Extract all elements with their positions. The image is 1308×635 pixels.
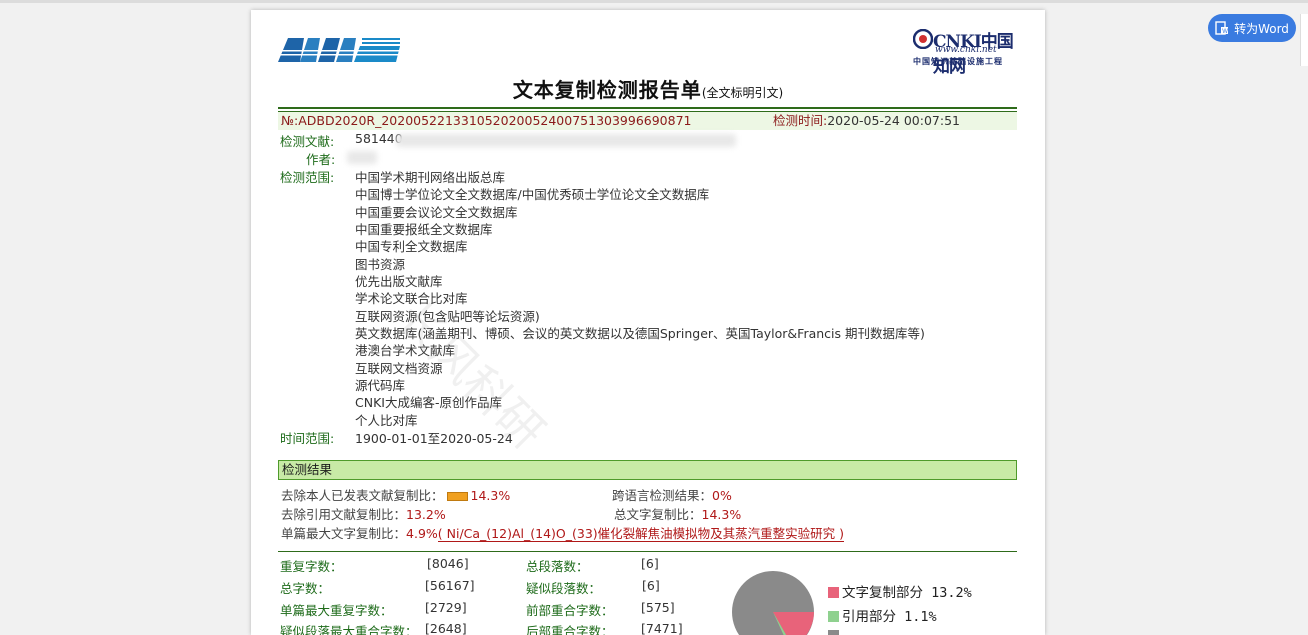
cnki-logo: CNKI中国知网 www.cnki.net 中国知识基础设施工程 bbox=[913, 27, 1019, 77]
single-max-value: 4.9% bbox=[406, 526, 438, 541]
exclude-self-value: 14.3% bbox=[470, 488, 511, 503]
scope-item: 港澳台学术文献库 bbox=[355, 343, 456, 358]
exclude-self-label: 去除本人已发表文献复制比： bbox=[281, 488, 444, 503]
single-max-label: 单篇最大文字复制比： bbox=[281, 526, 407, 541]
check-time: 检测时间:2020-05-24 00:07:51 bbox=[773, 112, 960, 130]
results-box: 去除本人已发表文献复制比： 14.3% 跨语言检测结果：0% 去除引用文献复制比：… bbox=[278, 480, 1017, 552]
sus-para-max-value: [2648] bbox=[425, 621, 467, 635]
legend-cite-swatch bbox=[828, 611, 839, 622]
side-scroll-rail[interactable] bbox=[1300, 14, 1308, 66]
cnki-subtitle: 中国知识基础设施工程 bbox=[913, 57, 1003, 66]
dup-chars-value: [8046] bbox=[427, 556, 469, 571]
total-chars-value: [56167] bbox=[425, 578, 475, 593]
legend-copy-label: 文字复制部分 bbox=[842, 585, 923, 601]
convert-to-word-button[interactable]: W 转为Word bbox=[1208, 14, 1296, 42]
front-overlap-value: [575] bbox=[641, 600, 675, 615]
cnki-url: www.cnki.net bbox=[935, 45, 997, 55]
check-time-label: 检测时间: bbox=[773, 113, 828, 128]
total-paras-value: [6] bbox=[641, 556, 659, 571]
exclude-cite-value: 13.2% bbox=[406, 507, 446, 522]
scope-item: 学术论文联合比对库 bbox=[355, 291, 468, 306]
single-max-title-link[interactable]: ( Ni/Ca_(12)Al_(14)O_(33)催化裂解焦油模拟物及其蒸汽重整… bbox=[437, 526, 844, 542]
exclude-cite-label: 去除引用文献复制比： bbox=[281, 507, 407, 522]
report-title: 文本复制检测报告单(全文标明引文) bbox=[251, 74, 1045, 103]
back-overlap-value: [7471] bbox=[641, 621, 683, 635]
cross-lang-value: 0% bbox=[712, 488, 732, 503]
cnki-globe-icon bbox=[913, 29, 933, 49]
time-range-value: 1900-01-01至2020-05-24 bbox=[355, 431, 513, 446]
legend-base-swatch bbox=[828, 630, 839, 635]
report-title-note: (全文标明引文) bbox=[701, 86, 784, 100]
report-page: CNKI中国知网 www.cnki.net 中国知识基础设施工程 文本复制检测报… bbox=[251, 10, 1045, 635]
ratio-bar bbox=[446, 492, 468, 501]
check-time-value: 2020-05-24 00:07:51 bbox=[827, 113, 960, 128]
legend-cite-label: 引用部分 bbox=[842, 609, 896, 625]
single-max-dup-label: 单篇最大重复字数： bbox=[280, 603, 393, 618]
dup-chars-label: 重复字数： bbox=[280, 559, 343, 574]
single-max-dup-value: [2729] bbox=[425, 600, 467, 615]
redacted-author bbox=[347, 151, 377, 164]
front-overlap-label: 前部重合字数： bbox=[526, 603, 614, 618]
scope-item: 个人比对库 bbox=[355, 413, 418, 428]
total-chars-label: 总字数： bbox=[280, 581, 331, 596]
legend-copy-value: 13.2% bbox=[931, 585, 972, 601]
report-title-text: 文本复制检测报告单 bbox=[512, 78, 702, 102]
legend-cite: 引用部分 1.1% bbox=[828, 605, 937, 625]
legend-copy: 文字复制部分 13.2% bbox=[828, 581, 972, 601]
scope-item: CNKI大成编客-原创作品库 bbox=[355, 395, 502, 410]
total-ratio-label: 总文字复制比： bbox=[614, 507, 702, 522]
report-id-bar: №:ADBD2020R_2020052213310520200524007513… bbox=[278, 112, 1017, 130]
cross-lang-result: 跨语言检测结果：0% bbox=[612, 485, 732, 504]
legend-cite-value: 1.1% bbox=[904, 609, 937, 625]
author-label: 作者: bbox=[306, 152, 336, 167]
svg-text:W: W bbox=[1222, 29, 1228, 35]
cross-lang-label: 跨语言检测结果： bbox=[612, 488, 713, 503]
redacted-title bbox=[396, 134, 736, 147]
total-paras-label: 总段落数： bbox=[526, 559, 589, 574]
amlc-logo bbox=[278, 38, 400, 62]
total-ratio-value: 14.3% bbox=[701, 507, 742, 522]
document-label: 检测文献: bbox=[280, 134, 335, 149]
legend-copy-swatch bbox=[828, 587, 839, 598]
sus-para-max-label: 疑似段落最大重合字数： bbox=[280, 624, 418, 635]
convert-to-word-label: 转为Word bbox=[1234, 21, 1289, 36]
results-heading: 检测结果 bbox=[278, 460, 1017, 480]
sus-paras-label: 疑似段落数： bbox=[526, 581, 602, 596]
time-range-label: 时间范围: bbox=[280, 431, 335, 446]
exclude-self-ratio: 去除本人已发表文献复制比： 14.3% bbox=[281, 485, 510, 504]
back-overlap-label: 后部重合字数： bbox=[526, 624, 614, 635]
sus-paras-value: [6] bbox=[642, 578, 660, 593]
word-document-icon: W bbox=[1215, 21, 1228, 35]
exclude-cite-ratio: 去除引用文献复制比：13.2% bbox=[281, 504, 446, 523]
report-id: №:ADBD2020R_2020052213310520200524007513… bbox=[281, 113, 692, 128]
scope-label: 检测范围: bbox=[280, 170, 335, 185]
scope-item: 中国博士学位论文全文数据库/中国优秀硕士学位论文全文数据库 bbox=[355, 187, 710, 202]
scope-item: 中国专利全文数据库 bbox=[355, 239, 468, 254]
single-max-ratio: 单篇最大文字复制比：4.9%( Ni/Ca_(12)Al_(14)O_(33)催… bbox=[281, 523, 844, 542]
similarity-pie-chart bbox=[732, 571, 814, 635]
total-ratio: 总文字复制比：14.3% bbox=[614, 504, 741, 523]
top-border bbox=[0, 0, 1308, 3]
